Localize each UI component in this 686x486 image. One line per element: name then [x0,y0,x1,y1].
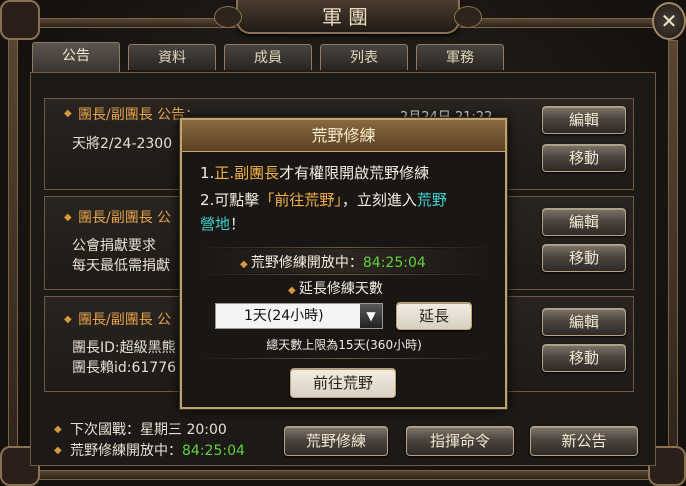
announcement-header: 團長/副團長 公 [78,312,172,328]
text-span: ！ [230,215,246,233]
announcement-line: 每天最低需捐獻 [72,258,170,274]
dialog-status: ◆ 荒野修練開放中：84:25:04 [240,252,426,272]
divider [196,358,492,359]
move-button[interactable]: 移動 [542,144,626,172]
window-title: 軍團 [322,5,374,29]
command-button[interactable]: 指揮命令 [406,426,514,456]
wild-training-button[interactable]: 荒野修練 [284,426,388,456]
diamond-icon: ◆ [64,314,72,325]
text-span: 才有權限開啟荒野修練 [279,164,430,182]
wild-training-status: 荒野修練開放中：84:25:04 [70,440,245,460]
close-icon: ✕ [660,9,678,33]
extend-days-select[interactable]: 1天(24小時) [215,303,383,329]
diamond-icon: ◆ [64,108,72,119]
tab-list[interactable]: 列表 [320,44,408,70]
extend-button[interactable]: 延長 [396,302,472,330]
text-span: 2.可點擊 [200,191,260,209]
diamond-icon: ◆ [240,259,251,270]
extend-title-text: 延長修練天數 [298,281,383,297]
tab-members[interactable]: 成員 [224,44,312,70]
highlight-go-wild: 「前往荒野」 [259,191,342,209]
select-value: 1天(24小時) [244,308,324,324]
close-button[interactable]: ✕ [652,2,686,40]
new-announcement-button[interactable]: 新公告 [530,426,638,456]
dialog-instruction-2: 2.可點擊「前往荒野」，立刻進入荒野營地！ [200,188,490,236]
edit-button[interactable]: 編輯 [542,106,626,134]
tab-announcement[interactable]: 公告 [32,42,120,72]
diamond-icon: ◆ [54,424,62,435]
triangle-down-icon[interactable]: ▼ [360,304,382,328]
text-span: ，立刻進入 [341,191,417,209]
edit-button[interactable]: 編輯 [542,208,626,236]
announcement-line: 公會捐獻要求 [72,238,156,254]
dialog-instruction-1: 1.正.副團長才有權限開啟荒野修練 [200,162,429,183]
go-to-wild-button[interactable]: 前往荒野 [290,368,396,398]
right-border [668,40,678,480]
dialog-title: 荒野修練 [182,120,505,152]
diamond-icon: ◆ [288,285,299,296]
highlight-role: 正.副團長 [214,164,280,182]
diamond-icon: ◆ [54,445,62,456]
corner-ornament-tl [0,0,40,40]
announcement-header: 團長/副團長 公 [78,210,172,226]
status-label: 荒野修練開放中： [250,255,363,271]
move-button[interactable]: 移動 [542,344,626,372]
text-span: 1. [200,164,215,182]
announcement-line: 團長ID:超級黑熊 [72,340,176,356]
edit-button[interactable]: 編輯 [542,308,626,336]
wild-training-status-label: 荒野修練開放中： [70,443,182,459]
announcement-line: 團長賴id:61776 [72,360,177,376]
divider [196,247,492,248]
next-war-time: 下次國戰：星期三 20:00 [70,422,227,438]
extend-title: ◆ 延長修練天數 [288,278,383,298]
bottom-border [8,470,678,480]
diamond-icon: ◆ [64,212,72,223]
status-timer: 84:25:04 [362,255,426,271]
move-button[interactable]: 移動 [542,244,626,272]
wild-training-timer: 84:25:04 [182,443,245,459]
highlight-wild-camp: 營地 [200,215,231,233]
tab-affairs[interactable]: 軍務 [416,44,504,70]
announcement-line: 天將2/24-2300 [72,136,173,152]
limit-note: 總天數上限為15天(360小時) [266,338,422,352]
divider [196,274,492,275]
tab-info[interactable]: 資料 [128,44,216,70]
highlight-wild-camp: 荒野 [416,191,447,209]
left-border [8,18,18,480]
